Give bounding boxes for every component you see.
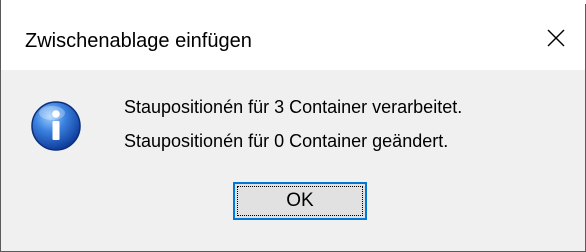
information-icon — [31, 101, 81, 151]
dialog-content: Staupositionén für 3 Container verarbeit… — [1, 70, 585, 250]
dialog-title: Zwischenablage einfügen — [25, 30, 252, 52]
message-dialog: Zwischenablage einfügen Staupositionén f… — [0, 0, 586, 252]
close-button[interactable] — [533, 16, 579, 60]
ok-button[interactable]: OK — [233, 182, 367, 220]
ok-button-label: OK — [286, 190, 314, 211]
title-bar[interactable]: Zwischenablage einfügen — [1, 4, 585, 70]
message-line-2: Staupositionén für 0 Container geändert. — [124, 131, 449, 151]
message-line-1: Staupositionén für 3 Container verarbeit… — [124, 97, 463, 117]
message-text: Staupositionén für 3 Container verarbeit… — [124, 90, 462, 158]
close-icon — [547, 29, 565, 47]
